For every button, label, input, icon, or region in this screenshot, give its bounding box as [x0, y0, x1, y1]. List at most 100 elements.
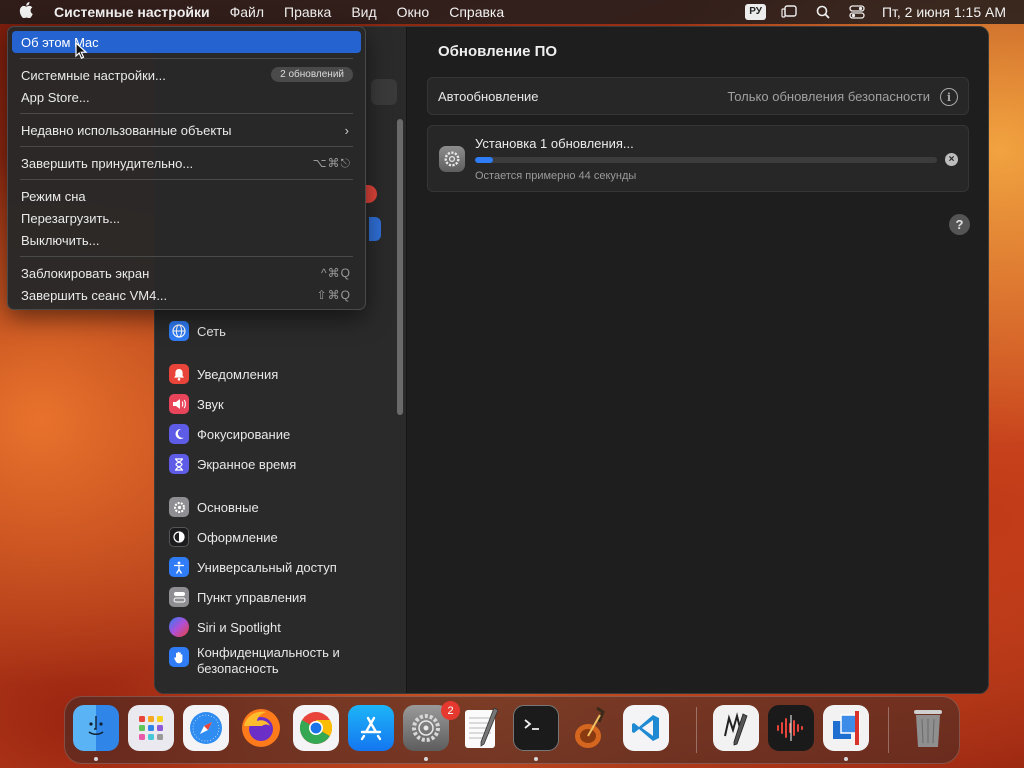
sidebar-item-general[interactable]: Основные: [169, 495, 259, 519]
dock-separator: [888, 707, 889, 753]
sidebar-item-label: Экранное время: [197, 456, 297, 472]
sidebar-item-appearance[interactable]: Оформление: [169, 525, 278, 549]
sidebar-item-screen-time[interactable]: Экранное время: [169, 452, 296, 476]
appearance-icon: [169, 527, 189, 547]
spotlight-search-icon[interactable]: [814, 3, 832, 21]
archive-utility-icon[interactable]: [823, 705, 869, 751]
siri-icon: [169, 617, 189, 637]
hourglass-icon: [169, 454, 189, 474]
menu-item-label: Завершить принудительно...: [21, 155, 194, 171]
update-progress-bar: [475, 157, 937, 163]
input-source-indicator[interactable]: РУ: [745, 4, 766, 20]
sidebar-item-siri-spotlight[interactable]: Siri и Spotlight: [169, 615, 281, 639]
menu-item-label: Заблокировать экран: [21, 265, 150, 281]
notification-badge: [365, 185, 377, 203]
script-editor-icon[interactable]: [713, 705, 759, 751]
menu-bar-extras: РУ Пт, 2 июня 1:15 AM: [745, 0, 1024, 24]
menu-separator: [20, 179, 353, 180]
dock-separator: [696, 707, 697, 753]
apple-menu-dropdown: Об этом Mac Системные настройки... 2 обн…: [7, 26, 366, 310]
toggles-icon: [169, 587, 189, 607]
running-indicator: [534, 757, 538, 761]
speaker-icon: [169, 394, 189, 414]
sidebar-item-label: Звук: [197, 396, 224, 412]
sidebar-scrollbar[interactable]: [397, 119, 403, 415]
menu-item-recent-items[interactable]: Недавно использованные объекты ›: [12, 119, 361, 141]
firefox-icon[interactable]: [238, 705, 284, 751]
menu-item-lock-screen[interactable]: Заблокировать экран ^⌘Q: [12, 262, 361, 284]
menu-item-label: Перезагрузить...: [21, 210, 121, 226]
menu-item-label: Недавно использованные объекты: [21, 122, 232, 138]
automatic-updates-row: Автообновление Только обновления безопас…: [427, 77, 969, 115]
automatic-updates-label: Автообновление: [438, 89, 539, 104]
running-indicator: [424, 757, 428, 761]
finder-icon[interactable]: [73, 705, 119, 751]
menu-item-label: App Store...: [21, 89, 90, 105]
sidebar-item-focus[interactable]: Фокусирование: [169, 422, 290, 446]
sidebar-item-notifications[interactable]: Уведомления: [169, 362, 278, 386]
menu-item-shutdown[interactable]: Выключить...: [12, 229, 361, 251]
software-update-pane: Обновление ПО Автообновление Только обно…: [408, 27, 988, 693]
help-button[interactable]: ?: [949, 214, 970, 235]
keyboard-shortcut: ⇧⌘Q: [316, 288, 351, 302]
stage-manager-icon[interactable]: [780, 3, 798, 21]
sidebar-item-accessibility[interactable]: Универсальный доступ: [169, 555, 337, 579]
voice-memos-icon[interactable]: [768, 705, 814, 751]
cancel-update-button[interactable]: ×: [945, 153, 958, 166]
sidebar-item-sound[interactable]: Звук: [169, 392, 224, 416]
control-center-icon[interactable]: [848, 3, 866, 21]
running-indicator: [94, 757, 98, 761]
sidebar-item-network[interactable]: Сеть: [169, 319, 226, 343]
info-icon[interactable]: i: [940, 88, 958, 106]
chrome-icon[interactable]: [293, 705, 339, 751]
menu-bar-clock[interactable]: Пт, 2 июня 1:15 AM: [882, 4, 1006, 20]
sidebar-item-label: Универсальный доступ: [197, 559, 337, 575]
sidebar-item-label: Уведомления: [197, 366, 279, 382]
menu-app-name[interactable]: Системные настройки: [52, 0, 220, 24]
hand-icon: [169, 647, 189, 667]
menu-window[interactable]: Окно: [387, 0, 440, 24]
sidebar-search-field[interactable]: [371, 79, 397, 105]
menu-separator: [20, 256, 353, 257]
automatic-updates-value: Только обновления безопасности: [727, 89, 930, 104]
vscode-icon[interactable]: [623, 705, 669, 751]
menu-item-label: Выключить...: [21, 232, 100, 248]
app-store-icon[interactable]: [348, 705, 394, 751]
garageband-icon[interactable]: [568, 705, 614, 751]
sidebar-item-label: Основные: [197, 499, 259, 515]
moon-icon: [169, 424, 189, 444]
menu-view[interactable]: Вид: [341, 0, 386, 24]
menu-item-sleep[interactable]: Режим сна: [12, 185, 361, 207]
menu-separator: [20, 58, 353, 59]
apple-menu-icon[interactable]: [0, 2, 52, 22]
menu-item-restart[interactable]: Перезагрузить...: [12, 207, 361, 229]
globe-icon: [169, 321, 189, 341]
updates-count-badge: 2 обновлений: [271, 67, 353, 82]
terminal-icon[interactable]: [513, 705, 559, 751]
menu-separator: [20, 113, 353, 114]
menu-item-log-out[interactable]: Завершить сеанс VM4... ⇧⌘Q: [12, 284, 361, 306]
update-progress-panel: Установка 1 обновления... Остается приме…: [427, 125, 969, 192]
sidebar-item-label: Фокусирование: [197, 426, 291, 442]
menu-item-about-this-mac[interactable]: Об этом Mac: [12, 31, 361, 53]
menu-file[interactable]: Файл: [220, 0, 274, 24]
accessibility-icon: [169, 557, 189, 577]
safari-icon[interactable]: [183, 705, 229, 751]
menu-item-force-quit[interactable]: Завершить принудительно... ⌥⌘⎋: [12, 152, 361, 174]
launchpad-icon[interactable]: [128, 705, 174, 751]
menu-item-app-store[interactable]: App Store...: [12, 86, 361, 108]
dock: 2: [64, 696, 960, 764]
menu-item-label: Режим сна: [21, 188, 86, 204]
sidebar-item-label: Оформление: [197, 529, 278, 545]
sidebar-item-control-center[interactable]: Пункт управления: [169, 585, 306, 609]
chevron-right-icon: ›: [344, 122, 349, 138]
menu-item-system-settings[interactable]: Системные настройки... 2 обновлений: [12, 64, 361, 86]
textedit-icon[interactable]: [458, 705, 504, 751]
sidebar-item-privacy-security[interactable]: Конфиденциальность и безопасность: [169, 645, 389, 681]
trash-icon[interactable]: [905, 705, 951, 751]
menu-item-label: Завершить сеанс VM4...: [21, 287, 168, 303]
sidebar-item-label: Конфиденциальность и безопасность: [197, 645, 340, 676]
software-update-gear-icon: [439, 146, 465, 172]
menu-help[interactable]: Справка: [439, 0, 514, 24]
menu-edit[interactable]: Правка: [274, 0, 341, 24]
